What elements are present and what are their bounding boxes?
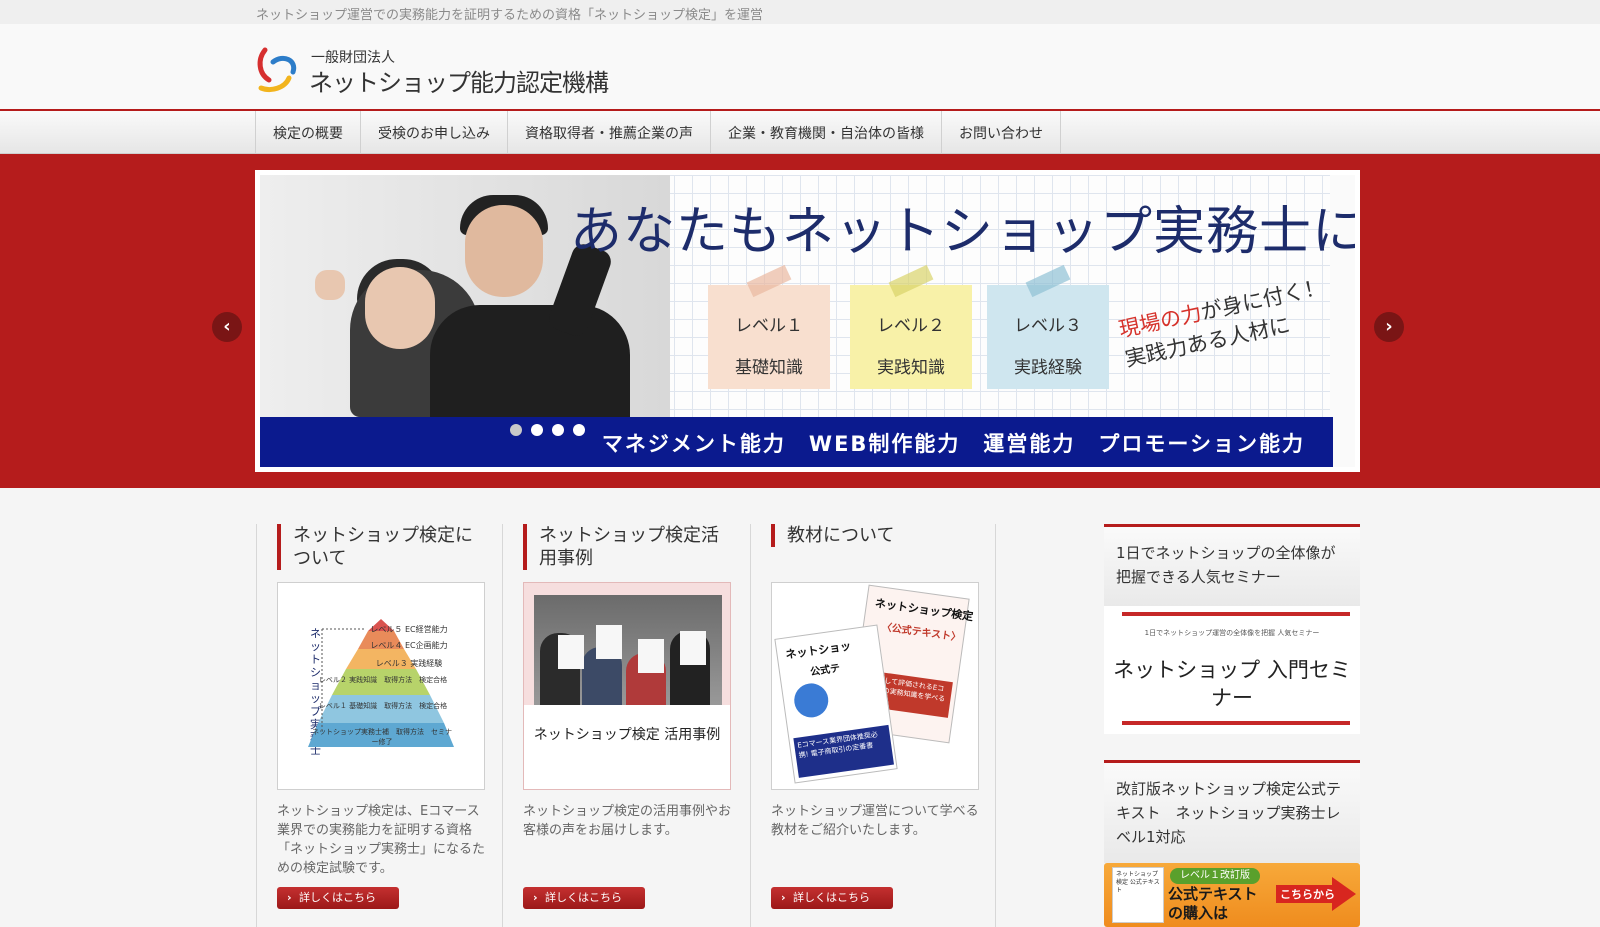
site-logo[interactable]: 一般財団法人 ネットショップ能力認定機構 bbox=[255, 44, 635, 97]
book2-subtitle: 公式テ bbox=[809, 663, 841, 679]
textbook-cover-2: ネットショッ 公式テ Eコマース業界団体推奨必携! 電子商取引の定番書 bbox=[774, 624, 898, 784]
site-tagline: ネットショップ運営での実務能力を証明するための資格「ネットショップ検定」を運営 bbox=[256, 8, 764, 23]
slider-dot[interactable] bbox=[510, 424, 522, 436]
group-photo bbox=[534, 595, 722, 713]
book2-band: Eコマース業界団体推奨必携! 電子商取引の定番書 bbox=[793, 724, 894, 778]
seminar-banner-title: ネットショップ 入門セミナー bbox=[1113, 658, 1351, 710]
column-description: ネットショップ検定は、Eコマース業界での実務能力を証明する資格「ネットショップ実… bbox=[277, 804, 486, 876]
note-topic: 基礎知識 bbox=[735, 358, 803, 378]
nav-item-contact[interactable]: お問い合わせ bbox=[942, 111, 1061, 154]
banner-text-line-1: 公式テキスト bbox=[1168, 885, 1258, 903]
textbook-thumbnail[interactable]: ネットショップ検定 〈公式テキスト〉 プロとして評価されるEコマースの実務知識を… bbox=[771, 582, 979, 790]
level-note-1: レベル１ 基礎知識 bbox=[708, 264, 830, 389]
seminar-banner-small: 1日でネットショップ運営の全体像を把握 人気セミナー bbox=[1144, 629, 1320, 637]
nav-item-organizations[interactable]: 企業・教育機関・自治体の皆様 bbox=[711, 111, 942, 154]
column-materials: 教材について ネットショップ検定 〈公式テキスト〉 プロとして評価されるEコマー… bbox=[750, 524, 996, 927]
textbook-purchase-banner[interactable]: ネットショップ検定 公式テキスト レベル１改訂版 公式テキスト の購入は こちら… bbox=[1104, 863, 1360, 927]
nav-item-voices[interactable]: 資格取得者・推薦企業の声 bbox=[508, 111, 711, 154]
case-thumb-caption: ネットショップ検定 活用事例 bbox=[533, 727, 721, 743]
column-title: 教材について bbox=[771, 524, 981, 547]
pyramid-tier-1: レベル１ 基礎知識 取得方法 検定合格 bbox=[318, 702, 448, 710]
column-description: ネットショップ検定の活用事例やお客様の声をお届けします。 bbox=[523, 804, 732, 838]
pyramid-thumbnail[interactable]: ネットショップ実務士 レベル５ EC経営能力 レベル４ EC企画能力 レベル３ … bbox=[277, 582, 485, 790]
details-button[interactable]: 詳しくはこちら bbox=[523, 887, 645, 909]
slider-dots bbox=[510, 424, 585, 436]
sidebar: 1日でネットショップの全体像が把握できる人気セミナー 1日でネットショップ運営の… bbox=[1104, 0, 1360, 927]
column-title: ネットショップ検定活用事例 bbox=[523, 524, 733, 570]
banner-text-line-2: の購入は bbox=[1168, 904, 1229, 922]
slider-dot[interactable] bbox=[573, 424, 585, 436]
global-nav: 検定の概要 受検のお申し込み 資格取得者・推薦企業の声 企業・教育機関・自治体の… bbox=[0, 111, 1600, 154]
banner-text: 公式テキスト の購入は bbox=[1168, 885, 1258, 923]
torn-paper-caption: ネットショップ検定 活用事例 bbox=[524, 705, 730, 789]
note-topic: 実践経験 bbox=[1014, 358, 1082, 378]
nav-item-overview[interactable]: 検定の概要 bbox=[256, 111, 361, 154]
slider-dot[interactable] bbox=[552, 424, 564, 436]
textbook-heading: 改訂版ネットショップ検定公式テキスト ネットショップ実務士レベル1対応 bbox=[1104, 760, 1360, 863]
details-button[interactable]: 詳しくはこちら bbox=[771, 887, 893, 909]
pyramid-tier-3: レベル３ 実践経験 bbox=[375, 659, 443, 668]
details-button[interactable]: 詳しくはこちら bbox=[277, 887, 399, 909]
note-level: レベル２ bbox=[877, 316, 945, 336]
top-tagline-bar: ネットショップ運営での実務能力を証明するための資格「ネットショップ検定」を運営 bbox=[0, 0, 1600, 24]
column-description: ネットショップ運営について学べる教材をご紹介いたします。 bbox=[771, 804, 979, 838]
seminar-banner[interactable]: 1日でネットショップ運営の全体像を把握 人気セミナー ネットショップ 入門セミナ… bbox=[1104, 606, 1360, 734]
logo-swirl-icon bbox=[257, 47, 297, 93]
level-note-2: レベル２ 実践知識 bbox=[850, 264, 972, 389]
hero-slider: ‹ › あなたもネットショップ実務士に レベル１ 基礎知識 レベル２ 実践知識 … bbox=[0, 154, 1600, 488]
chevron-right-icon: › bbox=[1385, 316, 1393, 337]
book2-title: ネットショッ bbox=[784, 639, 852, 662]
note-level: レベル３ bbox=[1014, 316, 1082, 336]
column-case-studies: ネットショップ検定活用事例 ネットショップ検定 活用事例 ネットショップ検定の活… bbox=[502, 524, 748, 927]
level-note-3: レベル３ 実践経験 bbox=[987, 264, 1109, 389]
logo-title: ネットショップ能力認定機構 bbox=[309, 69, 609, 97]
cta-label: こちらから bbox=[1280, 888, 1335, 901]
column-about-exam: ネットショップ検定について ネットショップ実務士 レベル５ EC経営能力 レベル… bbox=[256, 524, 502, 927]
chevron-left-icon: ‹ bbox=[223, 316, 231, 337]
column-title: ネットショップ検定について bbox=[277, 524, 487, 570]
note-level: レベル１ bbox=[735, 316, 803, 336]
purchase-cta[interactable]: こちらから bbox=[1276, 877, 1356, 911]
pyramid-tier-2: レベル２ 実践知識 取得方法 検定合格 bbox=[318, 676, 448, 684]
nav-item-apply[interactable]: 受検のお申し込み bbox=[361, 111, 508, 154]
book1-subtitle: 〈公式テキスト〉 bbox=[881, 621, 962, 644]
revised-badge: レベル１改訂版 bbox=[1170, 868, 1260, 884]
site-header: 一般財団法人 ネットショップ能力認定機構 bbox=[0, 24, 1600, 111]
note-topic: 実践知識 bbox=[877, 358, 945, 378]
slider-prev-button[interactable]: ‹ bbox=[212, 312, 242, 342]
slider-next-button[interactable]: › bbox=[1374, 312, 1404, 342]
globe-icon bbox=[792, 681, 831, 720]
seminar-heading: 1日でネットショップの全体像が把握できる人気セミナー bbox=[1104, 524, 1360, 606]
slider-dot[interactable] bbox=[531, 424, 543, 436]
case-study-thumbnail[interactable]: ネットショップ検定 活用事例 bbox=[523, 582, 731, 790]
mini-book-cover: ネットショップ検定 公式テキスト bbox=[1112, 867, 1164, 923]
pyramid-tier-0: ネットショップ実務士補 取得方法 セミナー修了 bbox=[312, 728, 452, 746]
